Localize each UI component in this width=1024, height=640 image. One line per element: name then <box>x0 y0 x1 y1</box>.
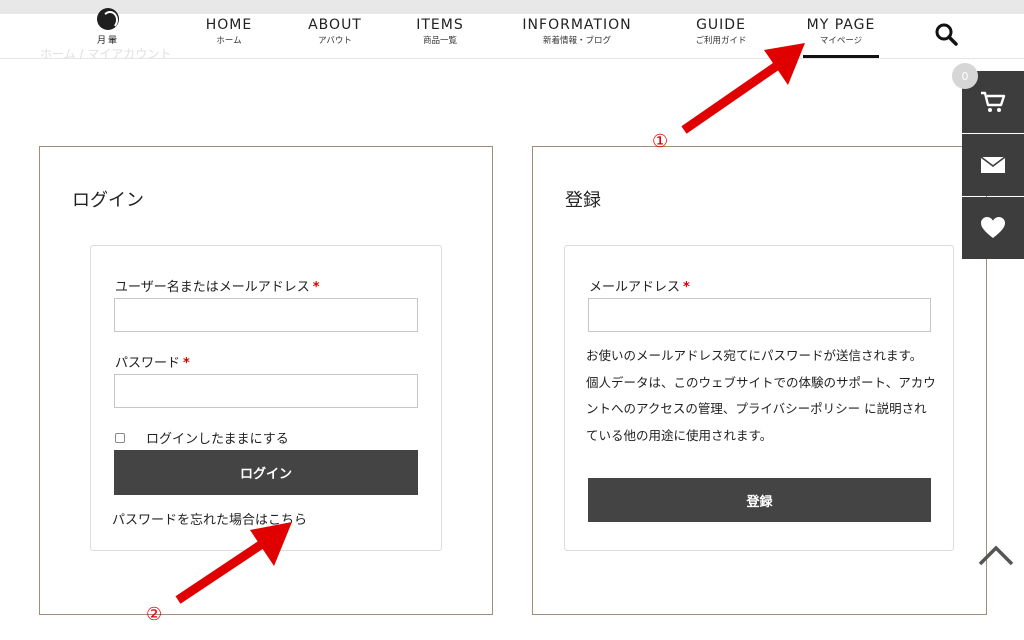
register-title: 登録 <box>565 190 601 211</box>
username-input[interactable] <box>114 298 418 332</box>
scroll-to-top-button[interactable] <box>976 540 1016 570</box>
nav-about-label: ABOUT <box>308 17 362 33</box>
breadcrumb[interactable]: ホーム / マイアカウント <box>40 45 171 62</box>
required-mark: * <box>183 356 190 371</box>
nav-items-label: ITEMS <box>416 17 464 33</box>
cart-icon <box>981 91 1006 112</box>
nav-mypage-sublabel: マイページ <box>819 36 863 46</box>
required-mark: * <box>312 280 320 295</box>
nav-home-label: HOME <box>205 17 253 33</box>
nav-about-sublabel: アバウト <box>318 36 352 46</box>
logo-mark-icon <box>97 8 119 30</box>
heart-icon <box>981 217 1005 238</box>
login-title: ログイン <box>72 190 144 211</box>
nav-items[interactable]: ITEMS 商品一覧 <box>412 17 468 46</box>
password-label: パスワード * <box>115 352 190 371</box>
nav-information[interactable]: INFORMATION 新着情報・ブログ <box>514 17 640 46</box>
nav-guide[interactable]: GUIDE ご利用ガイド <box>688 17 754 46</box>
mail-icon <box>980 156 1006 173</box>
search-icon <box>935 23 958 46</box>
contact-button[interactable] <box>962 134 1024 196</box>
search-button[interactable] <box>934 22 958 46</box>
privacy-notice: 個人データは、このウェブサイトでの体験のサポート、アカウントへのアクセスの管理、… <box>586 374 936 443</box>
nav-guide-label: GUIDE <box>696 17 746 33</box>
cart-count-badge: 0 <box>952 63 978 89</box>
remember-me-checkbox[interactable] <box>115 433 125 443</box>
nav-mypage-label: MY PAGE <box>806 17 876 33</box>
email-input[interactable] <box>588 298 931 332</box>
nav-home-sublabel: ホーム <box>216 36 242 46</box>
nav-information-sublabel: 新着情報・ブログ <box>542 36 611 46</box>
required-mark: * <box>683 280 690 295</box>
favorites-button[interactable] <box>962 197 1024 259</box>
email-label-text: メールアドレス <box>589 280 681 295</box>
remember-me-label[interactable]: ログインしたままにする <box>146 428 289 447</box>
password-input[interactable] <box>114 374 418 408</box>
forgot-password-link[interactable]: パスワードを忘れた場合はこちら <box>112 509 307 528</box>
username-label: ユーザー名またはメールアドレス * <box>115 276 320 295</box>
nav-home[interactable]: HOME ホーム <box>202 17 256 46</box>
nav-information-label: INFORMATION <box>522 17 632 33</box>
nav-about[interactable]: ABOUT アバウト <box>304 17 366 46</box>
password-label-text: パスワード <box>115 356 181 371</box>
arrow-1-shaft <box>681 61 781 134</box>
login-button[interactable]: ログイン <box>114 450 418 495</box>
annotation-marker-2: ② <box>146 604 163 625</box>
nav-items-sublabel: 商品一覧 <box>422 36 457 46</box>
register-notice: お使いのメールアドレス宛てにパスワードが送信されます。 個人データは、このウェブ… <box>586 343 938 449</box>
nav-guide-sublabel: ご利用ガイド <box>695 36 747 46</box>
top-strip <box>0 0 1024 14</box>
nav-mypage[interactable]: MY PAGE マイページ <box>803 17 879 58</box>
chevron-up-icon <box>978 545 1014 566</box>
password-sent-notice: お使いのメールアドレス宛てにパスワードが送信されます。 <box>586 348 923 363</box>
username-label-text: ユーザー名またはメールアドレス <box>115 280 310 295</box>
annotation-marker-1: ① <box>652 131 669 152</box>
email-label: メールアドレス * <box>589 276 690 295</box>
register-button[interactable]: 登録 <box>588 478 931 522</box>
